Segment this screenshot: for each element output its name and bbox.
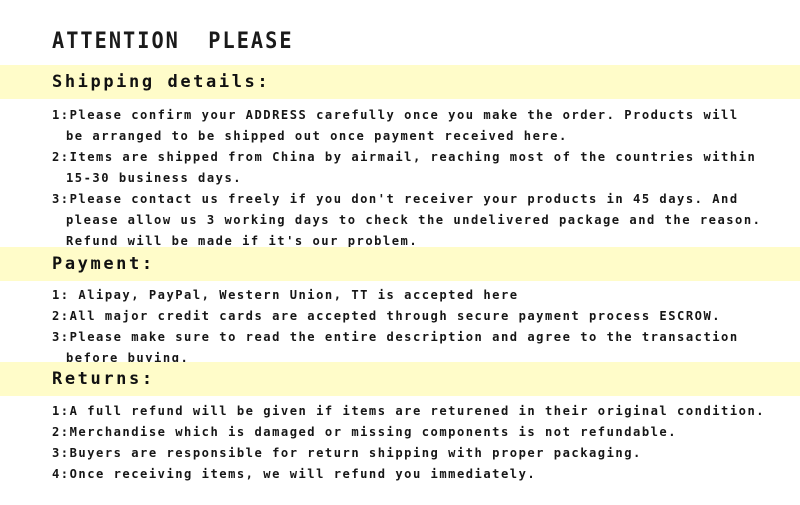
section-body-line: 1:A full refund will be given if items a… bbox=[52, 403, 766, 418]
section-body-line: 1:Please confirm your ADDRESS carefully … bbox=[52, 107, 739, 122]
section-body-line: 3:Please contact us freely if you don't … bbox=[52, 191, 739, 206]
section-body-line: 15-30 business days. bbox=[66, 170, 243, 185]
section-heading: Payment: bbox=[52, 254, 155, 274]
section-body-line: 1: Alipay, PayPal, Western Union, TT is … bbox=[52, 287, 519, 302]
section-body-line: 4:Once receiving items, we will refund y… bbox=[52, 466, 537, 481]
section-body-line: 2:All major credit cards are accepted th… bbox=[52, 308, 722, 323]
section-header-band: Payment: bbox=[0, 247, 800, 281]
section-heading: Shipping details: bbox=[52, 72, 271, 92]
section-body-line: 3:Please make sure to read the entire de… bbox=[52, 329, 739, 344]
section-body-line: please allow us 3 working days to check … bbox=[66, 212, 762, 227]
section-body-line: 2:Merchandise which is damaged or missin… bbox=[52, 424, 678, 439]
section-header-band: Returns: bbox=[0, 362, 800, 396]
section-body-line: 2:Items are shipped from China by airmai… bbox=[52, 149, 757, 164]
section-header-band: Shipping details: bbox=[0, 65, 800, 99]
section-body-line: 3:Buyers are responsible for return ship… bbox=[52, 445, 642, 460]
section-body-line: be arranged to be shipped out once payme… bbox=[66, 128, 568, 143]
attention-please-page: ATTENTION PLEASE Shipping details: 1:Plea… bbox=[0, 0, 800, 505]
page-title: ATTENTION PLEASE bbox=[52, 29, 294, 54]
section-heading: Returns: bbox=[52, 369, 155, 389]
